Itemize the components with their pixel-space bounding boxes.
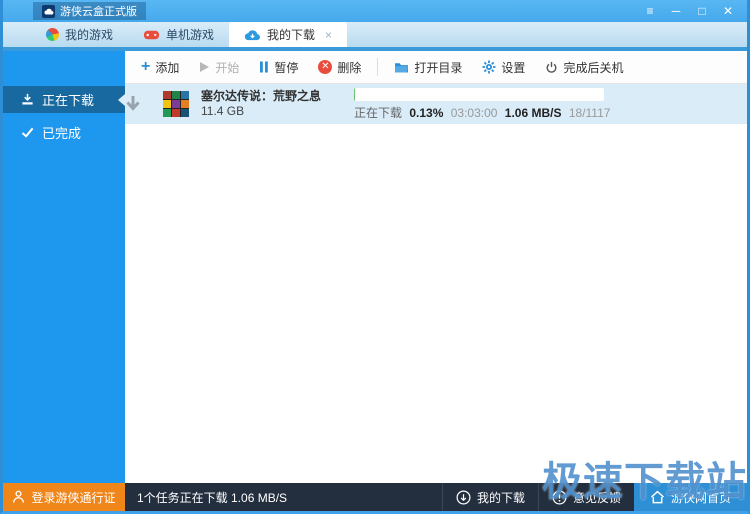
sidebar-item-downloading[interactable]: 正在下载	[3, 86, 125, 113]
add-label: 添加	[155, 59, 179, 76]
download-size: 11.4 GB	[201, 104, 346, 119]
login-button[interactable]: 登录游侠通行证	[3, 483, 125, 511]
download-tray-icon	[21, 93, 34, 106]
content-area: + 添加 开始 暂停 ✕ 删除	[125, 51, 747, 483]
download-status-line: 正在下载 0.13% 03:03:00 1.06 MB/S 18/1117	[354, 104, 614, 121]
colorful-ball-icon	[46, 28, 59, 41]
download-name: 塞尔达传说：荒野之息	[201, 89, 346, 104]
check-icon	[21, 126, 34, 139]
maximize-button[interactable]: □	[691, 0, 713, 22]
homepage-button[interactable]: 游侠网首页	[634, 483, 747, 511]
status-label: 正在下载	[354, 106, 402, 120]
progress-bar	[354, 88, 604, 101]
sidebar-item-completed[interactable]: 已完成	[3, 119, 125, 146]
plus-icon: +	[141, 60, 150, 74]
gear-icon	[482, 60, 496, 74]
status-speed: 1.06 MB/S	[505, 106, 562, 120]
status-percent: 0.13%	[409, 106, 443, 120]
pause-icon	[259, 61, 269, 73]
home-icon	[650, 490, 665, 504]
feedback-icon	[552, 490, 567, 505]
download-row[interactable]: 塞尔达传说：荒野之息 11.4 GB 正在下载 0.13% 03:03:00 1…	[125, 84, 747, 124]
close-button[interactable]: ✕	[717, 0, 739, 22]
login-label: 登录游侠通行证	[31, 489, 115, 506]
bottom-status-bar: 登录游侠通行证 1个任务正在下载 1.06 MB/S 我的下载 意见反馈 游侠网	[3, 483, 747, 511]
toolbar-separator	[377, 58, 378, 76]
sidebar: 正在下载 已完成	[3, 51, 125, 483]
app-logo-icon	[42, 5, 55, 18]
status-summary: 1个任务正在下载 1.06 MB/S	[125, 483, 287, 511]
shutdown-after-button[interactable]: 完成后关机	[535, 55, 633, 79]
pause-label: 暂停	[274, 59, 298, 76]
tab-label: 单机游戏	[166, 26, 214, 43]
shutdown-label: 完成后关机	[563, 59, 623, 76]
sidebar-item-label: 正在下载	[42, 90, 94, 109]
delete-icon: ✕	[318, 60, 332, 74]
game-cover-icon	[163, 91, 189, 117]
tab-my-games[interactable]: 我的游戏	[31, 22, 128, 47]
folder-icon	[394, 61, 409, 73]
add-task-button[interactable]: + 添加	[131, 55, 189, 79]
play-icon	[199, 61, 210, 73]
tab-my-downloads[interactable]: 我的下载 ×	[229, 22, 347, 47]
download-progress-block: 正在下载 0.13% 03:03:00 1.06 MB/S 18/1117	[354, 88, 614, 121]
circle-down-icon	[456, 490, 471, 505]
tab-bar: 我的游戏 单机游戏 我的下载 ×	[3, 22, 747, 47]
downloading-arrow-icon	[125, 95, 163, 113]
pause-button[interactable]: 暂停	[249, 55, 308, 79]
menu-icon[interactable]: ≡	[639, 0, 661, 22]
download-info: 塞尔达传说：荒野之息 11.4 GB	[201, 89, 346, 119]
bottom-right-buttons: 我的下载 意见反馈 游侠网首页	[442, 483, 747, 511]
power-icon	[545, 61, 558, 74]
start-button[interactable]: 开始	[189, 55, 249, 79]
my-downloads-button[interactable]: 我的下载	[442, 483, 538, 511]
sidebar-item-label: 已完成	[42, 123, 81, 142]
window-controls: ≡ ─ □ ✕	[639, 0, 747, 22]
my-downloads-label: 我的下载	[477, 489, 525, 506]
settings-label: 设置	[501, 59, 525, 76]
title-bar: 游侠云盒正式版 ≡ ─ □ ✕	[3, 0, 747, 22]
tab-close-icon[interactable]: ×	[325, 28, 332, 42]
person-icon	[12, 490, 25, 504]
settings-button[interactable]: 设置	[472, 55, 535, 79]
tab-label: 我的下载	[267, 26, 315, 43]
open-directory-button[interactable]: 打开目录	[384, 55, 472, 79]
app-title-badge: 游侠云盒正式版	[33, 2, 146, 20]
start-label: 开始	[215, 59, 239, 76]
app-window: 游侠云盒正式版 ≡ ─ □ ✕ 我的游戏 单机游戏 我的下载 ×	[0, 0, 750, 514]
tab-label: 我的游戏	[65, 26, 113, 43]
minimize-button[interactable]: ─	[665, 0, 687, 22]
delete-label: 删除	[337, 59, 361, 76]
delete-button[interactable]: ✕ 删除	[308, 55, 371, 79]
app-title: 游侠云盒正式版	[60, 3, 137, 19]
cloud-download-icon	[244, 29, 261, 41]
homepage-label: 游侠网首页	[671, 489, 731, 506]
feedback-button[interactable]: 意见反馈	[538, 483, 634, 511]
status-chunks: 18/1117	[569, 106, 611, 120]
status-time: 03:03:00	[451, 106, 498, 120]
red-gamepad-icon	[143, 29, 160, 41]
download-toolbar: + 添加 开始 暂停 ✕ 删除	[125, 51, 747, 84]
open-dir-label: 打开目录	[414, 59, 462, 76]
download-list-empty-area	[125, 124, 747, 483]
feedback-label: 意见反馈	[573, 489, 621, 506]
tab-standalone-games[interactable]: 单机游戏	[128, 22, 229, 47]
